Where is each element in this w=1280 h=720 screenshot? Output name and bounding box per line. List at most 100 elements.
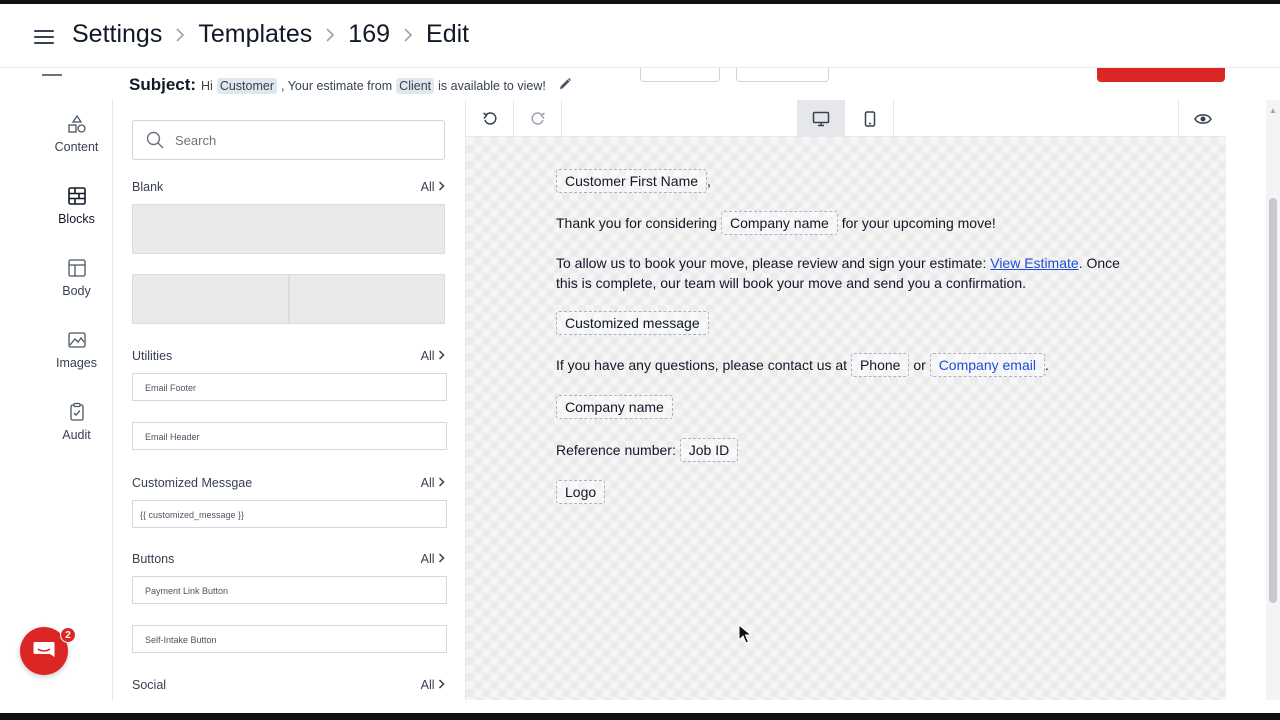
- custom-message-line: Customized message: [556, 311, 709, 335]
- desktop-icon: [812, 111, 830, 126]
- block-email-footer[interactable]: Email Footer: [132, 373, 447, 401]
- blank-block-two-column[interactable]: [132, 274, 445, 324]
- all-label: All: [420, 678, 435, 692]
- blank-block-one-column[interactable]: [132, 204, 445, 254]
- thanks-line: Thank you for considering Company name f…: [556, 211, 996, 235]
- all-label: All: [420, 552, 435, 566]
- desktop-view-button[interactable]: [797, 100, 845, 137]
- view-estimate-link[interactable]: View Estimate: [990, 255, 1078, 271]
- block-self-intake-button[interactable]: Self-Intake Button: [132, 625, 447, 653]
- contact-period: .: [1044, 357, 1049, 373]
- image-icon: [67, 332, 86, 348]
- company-line: Company name: [556, 395, 673, 419]
- section-blank: Blank All: [132, 180, 445, 194]
- mobile-view-button[interactable]: [846, 100, 894, 137]
- greeting-line: Customer First Name,: [556, 169, 711, 193]
- scrollbar-thumb[interactable]: [1269, 198, 1277, 603]
- breadcrumb-template-id[interactable]: 169: [348, 20, 390, 49]
- clipboard-check-icon: [69, 402, 84, 421]
- mobile-icon: [864, 110, 875, 127]
- blank-column: [132, 274, 289, 324]
- placeholder-job-id[interactable]: Job ID: [679, 438, 739, 462]
- window-bottom-edge: [0, 713, 1280, 720]
- subject-colon: :: [190, 75, 197, 94]
- breadcrumb-edit: Edit: [426, 20, 470, 48]
- subject-suffix: is available to view!: [438, 78, 546, 93]
- undo-button[interactable]: [466, 100, 514, 137]
- subject-tag-customer: Customer: [216, 77, 277, 94]
- toolbar-button-stub-2[interactable]: [736, 68, 829, 82]
- subject-label: Subject:: [129, 75, 196, 95]
- reference-label: Reference number:: [556, 442, 676, 458]
- page-scrollbar[interactable]: ▲: [1266, 100, 1280, 700]
- nav-content-label: Content: [54, 140, 99, 154]
- subject-row: Subject: Hi Customer , Your estimate fro…: [113, 68, 1280, 100]
- search-icon: [146, 131, 164, 149]
- section-utilities: Utilities All: [132, 349, 445, 363]
- chevron-right-icon: [390, 24, 426, 45]
- nav-content[interactable]: Content: [40, 102, 113, 166]
- subject-label-text: Subject: [129, 75, 191, 94]
- block-email-header[interactable]: Email Header: [132, 422, 447, 450]
- nav-audit-label: Audit: [62, 428, 91, 442]
- breadcrumb-templates[interactable]: Templates: [198, 20, 312, 49]
- section-buttons-all[interactable]: All: [421, 552, 445, 566]
- menu-icon[interactable]: [34, 30, 54, 44]
- placeholder-logo[interactable]: Logo: [556, 480, 606, 504]
- section-blank-all[interactable]: All: [421, 180, 445, 194]
- chevron-right-icon: [438, 477, 445, 487]
- preview-button[interactable]: [1178, 100, 1226, 137]
- all-label: All: [420, 349, 435, 363]
- chat-icon: [33, 642, 55, 657]
- nav-audit[interactable]: Audit: [40, 390, 113, 454]
- search-input[interactable]: [175, 132, 415, 148]
- all-label: All: [420, 476, 435, 490]
- section-customized-all[interactable]: All: [421, 476, 445, 490]
- block-payment-link-button[interactable]: Payment Link Button: [132, 576, 447, 604]
- pencil-icon[interactable]: [558, 77, 572, 94]
- placeholder-company-name[interactable]: Company name: [720, 211, 838, 235]
- chevron-right-icon: [438, 553, 445, 563]
- section-social-title: Social: [132, 678, 167, 692]
- placeholder-company-email[interactable]: Company email: [929, 353, 1045, 377]
- page-header: Settings Templates 169 Edit: [0, 4, 1280, 68]
- section-customized: Customized Messgae All: [132, 476, 445, 490]
- instructions-suffix: . Once: [1078, 255, 1120, 271]
- chevron-right-icon: [438, 181, 445, 191]
- section-utilities-title: Utilities: [132, 349, 173, 363]
- blocks-panel: Blank All Utilities All Email Footer Ema…: [113, 100, 465, 700]
- section-social: Social All: [132, 678, 445, 692]
- block-search[interactable]: [132, 120, 445, 160]
- instructions-line-1: To allow us to book your move, please re…: [556, 253, 1120, 273]
- chevron-right-icon: [438, 350, 445, 360]
- editor-side-nav: Content Blocks Body Images Audit: [40, 100, 113, 700]
- subject-middle: , Your estimate from: [281, 78, 393, 93]
- section-customized-title: Customized Messgae: [132, 476, 253, 490]
- reference-line: Reference number: Job ID: [556, 438, 739, 462]
- scroll-up-arrow-icon[interactable]: ▲: [1269, 106, 1277, 115]
- editor-canvas-area: Customer First Name, Thank you for consi…: [465, 100, 1226, 700]
- primary-action-button-stub[interactable]: [1097, 68, 1225, 82]
- placeholder-company-name[interactable]: Company name: [556, 395, 673, 419]
- placeholder-customized-message[interactable]: Customized message: [556, 311, 709, 335]
- redo-icon: [530, 111, 545, 125]
- contact-or: or: [913, 357, 926, 373]
- placeholder-customer-first-name[interactable]: Customer First Name: [556, 169, 708, 193]
- block-customized-message[interactable]: {{ customized_message }}: [132, 500, 447, 528]
- subject-line[interactable]: Hi Customer , Your estimate from Client …: [201, 77, 572, 94]
- nav-images[interactable]: Images: [40, 318, 113, 382]
- section-buttons: Buttons All: [132, 552, 445, 566]
- section-social-all[interactable]: All: [421, 678, 445, 692]
- redo-button[interactable]: [514, 100, 562, 137]
- placeholder-phone[interactable]: Phone: [850, 353, 910, 377]
- toolbar-button-stub-1[interactable]: [640, 68, 720, 82]
- nav-blocks[interactable]: Blocks: [40, 174, 113, 238]
- instructions-text: To allow us to book your move, please re…: [556, 255, 987, 271]
- breadcrumb-settings[interactable]: Settings: [72, 20, 162, 49]
- email-canvas[interactable]: Customer First Name, Thank you for consi…: [466, 137, 1226, 700]
- section-utilities-all[interactable]: All: [421, 349, 445, 363]
- nav-blocks-label: Blocks: [58, 212, 95, 226]
- instructions-line-2: this is complete, our team will book you…: [556, 275, 1027, 291]
- section-blank-title: Blank: [132, 180, 164, 194]
- nav-body[interactable]: Body: [40, 246, 113, 310]
